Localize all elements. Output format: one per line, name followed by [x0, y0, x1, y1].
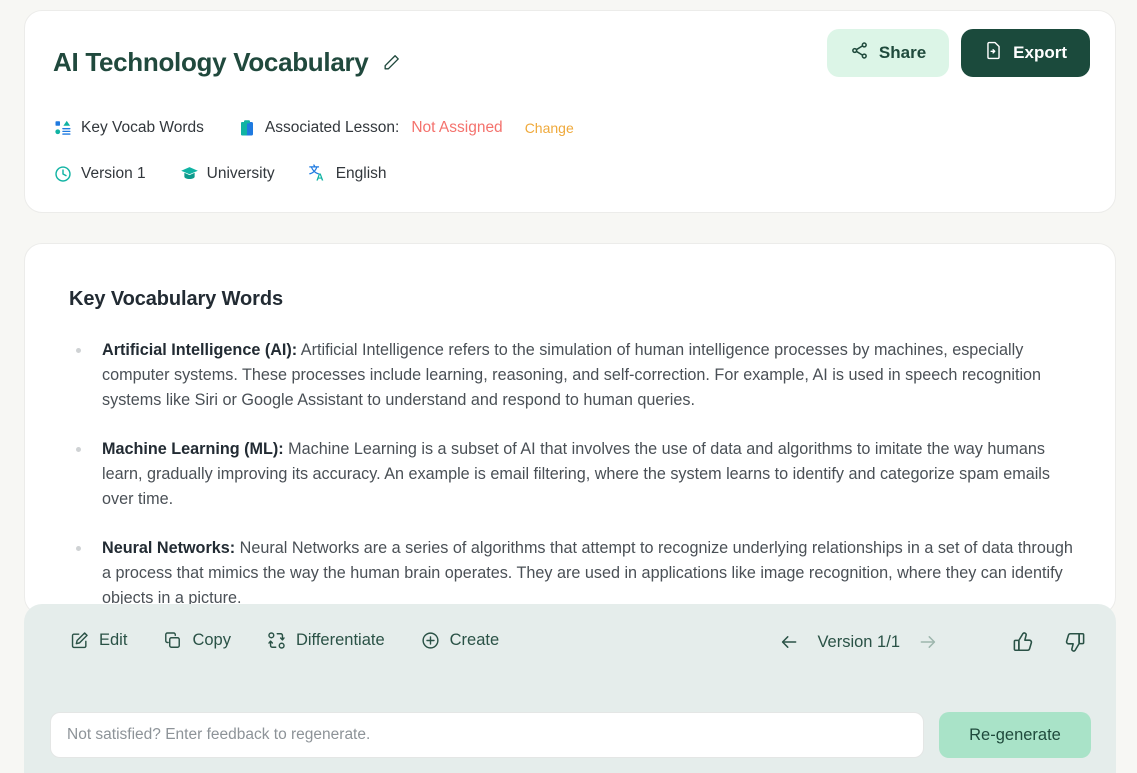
- thumbs-up-icon[interactable]: [1012, 631, 1034, 653]
- create-button[interactable]: Create: [421, 631, 500, 650]
- meta-version: Version 1: [54, 164, 146, 183]
- copy-button[interactable]: Copy: [163, 631, 231, 650]
- share-button[interactable]: Share: [826, 29, 950, 77]
- edit-button[interactable]: Edit: [70, 631, 127, 650]
- header-actions: Share Export: [826, 29, 1090, 77]
- feedback-input[interactable]: [50, 712, 924, 758]
- title-row: AI Technology Vocabulary: [53, 47, 401, 78]
- meta-lesson-label: Associated Lesson:: [264, 118, 400, 136]
- export-button-label: Export: [1013, 43, 1067, 62]
- export-button[interactable]: Export: [961, 29, 1090, 77]
- differentiate-button[interactable]: Differentiate: [267, 631, 385, 650]
- meta-row-primary: Key Vocab Words Associated Lesson: Not A…: [54, 118, 608, 137]
- translate-icon: 文 A: [309, 164, 328, 183]
- pencil-square-icon: [70, 631, 89, 650]
- file-export-icon: [984, 41, 1003, 65]
- vocab-term: Artificial Intelligence (AI):: [102, 341, 298, 359]
- meta-doc-type-label: Key Vocab Words: [81, 118, 204, 136]
- toolbar-version-controls: Version 1/1: [779, 631, 1086, 653]
- meta-associated-lesson: Associated Lesson: Not Assigned Change: [238, 118, 574, 137]
- meta-row-secondary: Version 1 University 文 A English: [54, 164, 421, 183]
- regenerate-bar: Re-generate: [24, 696, 1116, 773]
- share-nodes-icon: [850, 41, 869, 65]
- next-version-button[interactable]: [918, 632, 938, 652]
- meta-lesson-value: Not Assigned: [411, 118, 503, 136]
- list-item: Machine Learning (ML): Machine Learning …: [69, 437, 1079, 512]
- edit-button-label: Edit: [99, 631, 128, 649]
- copy-button-label: Copy: [192, 631, 231, 649]
- vocab-definition: Neural Networks are a series of algorith…: [102, 539, 1073, 607]
- meta-language-label: English: [335, 164, 387, 182]
- feedback-icons: [1012, 631, 1086, 653]
- clock-icon: [54, 164, 73, 183]
- share-button-label: Share: [878, 43, 927, 62]
- version-nav: Version 1/1: [779, 632, 938, 652]
- content-heading: Key Vocabulary Words: [69, 288, 283, 310]
- page-title: AI Technology Vocabulary: [53, 47, 369, 77]
- toolbar-actions: Edit Copy Differentiate Create: [70, 631, 499, 650]
- thumbs-down-icon[interactable]: [1064, 631, 1086, 653]
- differentiate-button-label: Differentiate: [295, 631, 385, 649]
- document-header-card: AI Technology Vocabulary Share Export Ke…: [24, 10, 1116, 213]
- create-button-label: Create: [449, 631, 500, 649]
- meta-level-label: University: [206, 164, 275, 182]
- document-toolbar: Edit Copy Differentiate Create Version 1…: [24, 604, 1116, 696]
- copy-icon: [163, 631, 182, 650]
- app-page: AI Technology Vocabulary Share Export Ke…: [0, 0, 1137, 773]
- meta-language: 文 A English: [309, 164, 387, 183]
- regenerate-button[interactable]: Re-generate: [939, 712, 1091, 758]
- vocab-term: Neural Networks:: [102, 539, 236, 557]
- graduation-cap-icon: [180, 164, 199, 183]
- version-label: Version 1/1: [817, 632, 900, 651]
- meta-version-label: Version 1: [81, 164, 146, 182]
- edit-title-pencil-icon[interactable]: [382, 53, 401, 72]
- vocab-list-icon: [54, 118, 73, 137]
- shuffle-icon: [267, 631, 286, 650]
- change-lesson-link[interactable]: Change: [525, 120, 574, 136]
- meta-doc-type: Key Vocab Words: [54, 118, 204, 137]
- list-item: Neural Networks: Neural Networks are a s…: [69, 536, 1079, 611]
- vocab-term: Machine Learning (ML):: [102, 440, 284, 458]
- plus-circle-icon: [421, 631, 440, 650]
- meta-level: University: [180, 164, 275, 183]
- svg-text:A: A: [316, 173, 324, 183]
- previous-version-button[interactable]: [779, 632, 799, 652]
- vocabulary-list: Artificial Intelligence (AI): Artificial…: [69, 338, 1079, 614]
- list-item: Artificial Intelligence (AI): Artificial…: [69, 338, 1079, 413]
- document-content-card: Key Vocabulary Words Artificial Intellig…: [24, 243, 1116, 615]
- clipboard-icon: [238, 118, 257, 137]
